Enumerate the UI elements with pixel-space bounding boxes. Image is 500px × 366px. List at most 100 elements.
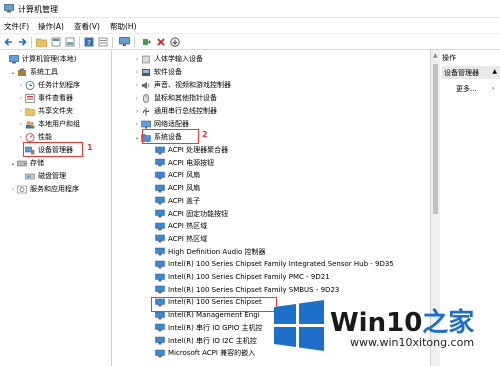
device-category[interactable]: › 软件设备	[133, 66, 182, 78]
system-device-item[interactable]: Microsoft ACPI 兼容的嵌入	[155, 347, 255, 359]
menu-file[interactable]: 文件(F)	[4, 21, 29, 32]
tree-event-viewer[interactable]: › 事件查看器	[17, 92, 73, 104]
device-category[interactable]: › 声音、视频和游戏控制器	[133, 79, 231, 91]
expand-arrow-icon[interactable]: ›	[17, 95, 25, 102]
collapse-arrow-icon[interactable]: ⌄	[9, 160, 17, 167]
action-more[interactable]: 更多...	[456, 84, 477, 94]
scrollbar-thumb[interactable]	[433, 64, 438, 214]
expand-arrow-icon[interactable]: ›	[133, 69, 141, 76]
system-device-item[interactable]: ACPI 热区域	[155, 220, 207, 232]
properties-icon[interactable]	[50, 36, 62, 48]
expand-arrow-icon[interactable]: ›	[17, 134, 25, 141]
more-arrow-icon[interactable]: ›	[492, 85, 494, 92]
system-device-label: ACPI 风扇	[168, 171, 201, 180]
monitor-icon[interactable]	[118, 36, 130, 48]
watermark-brand: Win10之家	[330, 302, 474, 339]
system-device-item[interactable]: ACPI 风扇	[155, 169, 200, 181]
tree-storage-label: 存储	[30, 159, 44, 167]
system-device-item[interactable]: High Definition Audio 控制器	[155, 246, 266, 258]
menu-help[interactable]: 帮助(H)	[110, 21, 137, 32]
navigation-tree: 计算机管理(本地) ⌄ 系统工具 › 任务计划程序 › 事件查看器 › 共享文件…	[0, 50, 112, 366]
system-device-icon	[155, 197, 165, 205]
system-device-item[interactable]: ACPI 热区域	[155, 233, 207, 245]
tree-system-tools[interactable]: ⌄ 系统工具	[9, 66, 58, 78]
device-category-label: 软件设备	[154, 68, 182, 76]
system-device-item[interactable]: Intel(R) 100 Series Chipset Family Integ…	[155, 258, 394, 270]
collapse-arrow-icon[interactable]: ⌄	[133, 134, 141, 141]
software-device-icon	[142, 68, 150, 76]
collapse-arrow-icon[interactable]: ⌄	[9, 69, 17, 76]
device-category[interactable]: › 通用串行总线控制器	[133, 105, 217, 117]
hid-icon	[142, 55, 150, 63]
device-category-label: 通用串行总线控制器	[154, 107, 217, 115]
system-device-item[interactable]: ACPI 固定功能按钮	[155, 208, 228, 220]
menu-action[interactable]: 操作(A)	[38, 21, 64, 32]
system-device-icon	[155, 146, 165, 154]
tree-local-users[interactable]: › 本地用户和组	[17, 118, 80, 130]
system-device-item[interactable]: Intel(R) 100 Series Chipset Family SMBUS…	[155, 284, 339, 296]
download-icon[interactable]	[169, 36, 181, 48]
device-category-label: 鼠标和其他指针设备	[154, 94, 217, 102]
system-device-label: High Definition Audio 控制器	[168, 247, 266, 256]
collapse-arrow-icon[interactable]: ▲	[492, 68, 497, 75]
system-device-label: ACPI 风扇	[168, 184, 201, 193]
system-device-label: ACPI 电源按钮	[168, 158, 215, 167]
toolbar: ?	[0, 33, 500, 50]
expand-arrow-icon[interactable]: ›	[17, 108, 25, 115]
tree-local-users-label: 本地用户和组	[38, 120, 80, 128]
expand-arrow-icon[interactable]: ›	[17, 121, 25, 128]
device-category[interactable]: › 人体学输入设备	[133, 53, 203, 65]
update-driver-icon[interactable]	[141, 36, 153, 48]
device-category[interactable]: › 鼠标和其他指针设备	[133, 92, 217, 104]
system-device-item[interactable]: ACPI 处理器聚合器	[155, 144, 228, 156]
up-folder-icon[interactable]	[35, 36, 47, 48]
expand-arrow-icon[interactable]: ›	[133, 108, 141, 115]
back-icon[interactable]	[3, 36, 15, 48]
system-device-icon	[155, 171, 165, 180]
system-device-item[interactable]: Intel(R) 串行 IO GPIO 主机控	[155, 322, 263, 334]
expand-arrow-icon[interactable]: ›	[133, 121, 141, 128]
disk-icon	[25, 173, 35, 179]
tree-task-scheduler[interactable]: › 任务计划程序	[17, 79, 80, 91]
tree-root-label: 计算机管理(本地)	[22, 55, 77, 63]
system-device-icon	[155, 209, 165, 218]
system-device-icon	[155, 273, 165, 281]
system-device-label: Intel(R) 串行 IO GPIO 主机控	[168, 323, 263, 332]
actions-header: 操作	[442, 54, 456, 62]
tree-storage[interactable]: ⌄ 存储	[9, 157, 44, 169]
help-icon[interactable]: ?	[83, 36, 95, 48]
management-engine-highlight	[151, 297, 277, 312]
system-device-icon	[155, 260, 165, 269]
users-icon	[26, 120, 35, 128]
system-device-item[interactable]: Intel(R) 串行 IO I2C 主机控	[155, 335, 257, 347]
tree-root[interactable]: 计算机管理(本地)	[1, 53, 76, 65]
action-device-manager[interactable]: 设备管理器 ▲	[442, 66, 500, 79]
expand-arrow-icon[interactable]: ›	[133, 95, 141, 102]
expand-arrow-icon[interactable]: ›	[133, 56, 141, 63]
system-device-item[interactable]: Intel(R) 100 Series Chipset Family PMC -…	[155, 271, 330, 283]
expand-arrow-icon[interactable]: ›	[17, 82, 25, 89]
mouse-icon	[143, 93, 149, 103]
tree-shared-folders[interactable]: › 共享文件夹	[17, 105, 73, 117]
system-device-label: Intel(R) 串行 IO I2C 主机控	[168, 336, 257, 345]
menu-view[interactable]: 查看(V)	[74, 21, 100, 32]
expand-arrow-icon[interactable]: ›	[9, 186, 17, 193]
system-device-icon	[155, 349, 165, 358]
system-device-label: ACPI 固定功能按钮	[168, 209, 229, 218]
system-device-item[interactable]: ACPI 电源按钮	[155, 157, 214, 169]
system-device-item[interactable]: ACPI 风扇	[155, 182, 200, 194]
forward-icon[interactable]	[16, 36, 28, 48]
title-bar: 计算机管理	[0, 0, 500, 18]
uninstall-icon[interactable]	[155, 36, 167, 48]
list-view-icon[interactable]	[97, 36, 109, 48]
system-device-icon	[155, 285, 165, 294]
scroll-up-icon[interactable]: ▲	[433, 52, 438, 59]
device-category-label: 声音、视频和游戏控制器	[154, 81, 231, 89]
tree-system-tools-label: 系统工具	[30, 68, 58, 76]
system-device-item[interactable]: ACPI 盖子	[155, 195, 200, 207]
tree-performance-label: 性能	[38, 133, 52, 141]
tree-services[interactable]: › 服务和应用程序	[9, 183, 79, 195]
show-hide-icon[interactable]	[64, 36, 76, 48]
tree-disk-management[interactable]: 磁盘管理	[25, 170, 66, 182]
expand-arrow-icon[interactable]: ›	[133, 82, 141, 89]
